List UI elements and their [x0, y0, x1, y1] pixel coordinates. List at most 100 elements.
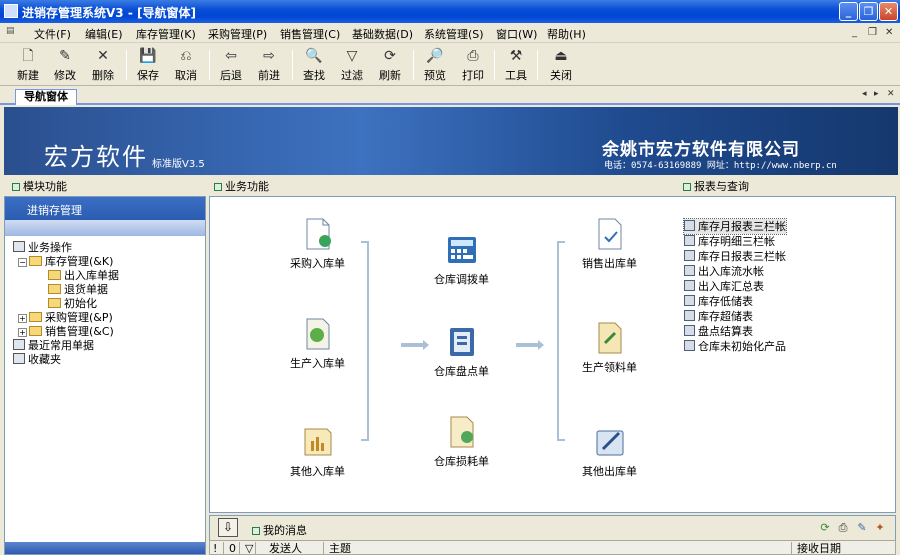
tree-recent[interactable]: 最近常用单据 — [13, 339, 94, 353]
folder-open-icon — [29, 256, 42, 266]
tab-scroll-left-icon[interactable]: ◂ — [862, 89, 867, 99]
sales-out-button[interactable]: 销售出库单 — [582, 217, 637, 271]
new-icon: 🗋 — [22, 48, 34, 64]
tools-button[interactable]: ⚒ 工具 — [497, 47, 535, 85]
section-dot-icon — [12, 183, 20, 191]
tree-inout-docs[interactable]: 出入库单据 — [48, 269, 119, 283]
report-icon — [684, 250, 695, 261]
tree-business-ops[interactable]: 业务操作 — [13, 241, 72, 255]
print-messages-icon[interactable]: ⎙ — [836, 521, 850, 535]
section-dot-icon — [683, 183, 691, 191]
menu-window[interactable]: 窗口(W) — [496, 26, 537, 42]
production-in-button[interactable]: 生产入库单 — [290, 317, 345, 371]
report-inout-journal[interactable]: 出入库流水帐 — [684, 264, 764, 279]
report-icon — [684, 340, 695, 351]
menu-purchase[interactable]: 采购管理(P) — [208, 26, 267, 42]
tree-init[interactable]: 初始化 — [48, 297, 97, 311]
stocktake-button[interactable]: 仓库盘点单 — [434, 325, 489, 379]
filter-button[interactable]: ▽ 过滤 — [333, 47, 371, 85]
menu-file[interactable]: 文件(F) — [34, 26, 71, 42]
col-attachment[interactable]: 0 — [226, 542, 240, 555]
transfer-button[interactable]: 仓库调拨单 — [434, 233, 489, 287]
col-sender[interactable]: 发送人 — [266, 542, 324, 555]
refresh-button[interactable]: ⟳ 刷新 — [371, 47, 409, 85]
minimize-button[interactable]: _ — [839, 2, 858, 21]
business-panel: 采购入库单 生产入库单 其他入库单 仓库调拨单 仓库盘点单 仓库损耗单 销售出库… — [209, 196, 896, 513]
tree-sales[interactable]: + 销售管理(&C) — [18, 325, 114, 339]
report-daily-ledger[interactable]: 库存日报表三栏帐 — [684, 249, 786, 264]
menu-edit[interactable]: 编辑(E) — [85, 26, 123, 42]
back-button[interactable]: ⇦ 后退 — [212, 47, 250, 85]
app-icon — [4, 4, 18, 18]
loss-button[interactable]: 仓库损耗单 — [434, 415, 489, 469]
find-button[interactable]: 🔍 查找 — [295, 47, 333, 85]
computer-icon — [13, 353, 25, 364]
tree-favorites[interactable]: 收藏夹 — [13, 353, 61, 367]
toolbar-separator — [494, 50, 495, 80]
col-flag[interactable]: ▽ — [242, 542, 256, 555]
filter-icon: ▽ — [346, 48, 358, 64]
report-inout-summary[interactable]: 出入库汇总表 — [684, 279, 764, 294]
report-over-stock[interactable]: 库存超储表 — [684, 309, 753, 324]
message-grid-header: ! 0 ▽ 发送人 主题 接收日期 — [209, 540, 896, 555]
forward-button[interactable]: ⇨ 前进 — [250, 47, 288, 85]
edit-button[interactable]: ✎ 修改 — [46, 47, 84, 85]
report-low-stock[interactable]: 库存低储表 — [684, 294, 753, 309]
preview-button[interactable]: 🔎 预览 — [416, 47, 454, 85]
close-button[interactable]: ✕ — [879, 2, 898, 21]
company-name: 余姚市宏方软件有限公司 — [602, 140, 800, 160]
mdi-doc-icon[interactable]: ▤ — [6, 26, 15, 36]
restore-button[interactable]: ❐ — [859, 2, 878, 21]
pin-icon[interactable]: ✦ — [873, 521, 887, 535]
production-pick-button[interactable]: 生产领料单 — [582, 321, 637, 375]
tab-navigation-form[interactable]: 导航窗体 — [15, 89, 77, 105]
toolbar-separator — [413, 50, 414, 80]
tab-close-icon[interactable]: ✕ — [887, 89, 895, 99]
other-in-button[interactable]: 其他入库单 — [290, 425, 345, 479]
company-banner: 宏方软件 标准版V3.5 余姚市宏方软件有限公司 电话：0574-6316988… — [4, 107, 898, 175]
expand-icon[interactable]: + — [18, 328, 27, 337]
col-subject[interactable]: 主题 — [326, 542, 792, 555]
my-messages-label: 我的消息 — [252, 522, 307, 538]
report-stocktake-settlement[interactable]: 盘点结算表 — [684, 324, 753, 339]
mdi-close-button[interactable]: ✕ — [885, 27, 893, 38]
refresh-messages-icon[interactable]: ⟳ — [818, 521, 832, 535]
flow-arrow — [516, 340, 544, 350]
close-form-button[interactable]: ⏏ 关闭 — [542, 47, 580, 85]
menu-help[interactable]: 帮助(H) — [547, 26, 586, 42]
col-priority[interactable]: ! — [210, 542, 224, 555]
refresh-icon: ⟳ — [384, 48, 396, 64]
mdi-restore-button[interactable]: ❐ — [868, 27, 877, 38]
menu-inventory[interactable]: 库存管理(K) — [136, 26, 196, 42]
tree-inventory[interactable]: − 库存管理(&K) — [18, 255, 113, 269]
window-title: 进销存管理系统V3 - [导航窗体] — [22, 6, 196, 20]
menu-sales[interactable]: 销售管理(C) — [280, 26, 340, 42]
report-uninitialized-products[interactable]: 仓库未初始化产品 — [684, 339, 786, 354]
print-button[interactable]: ⎙ 打印 — [454, 47, 492, 85]
module-header[interactable]: 进销存管理 — [5, 197, 205, 220]
other-out-button[interactable]: 其他出库单 — [582, 425, 637, 479]
outbound-bracket — [557, 241, 565, 441]
report-detail-ledger[interactable]: 库存明细三栏帐 — [684, 234, 775, 249]
edit-icon: ✎ — [59, 48, 71, 64]
tree-returns[interactable]: 退货单据 — [48, 283, 108, 297]
toolbar-separator — [209, 50, 210, 80]
tree-purchase[interactable]: + 采购管理(&P) — [18, 311, 113, 325]
collapse-icon[interactable]: − — [18, 258, 27, 267]
collapse-messages-icon[interactable]: ⇩ — [218, 518, 238, 537]
mdi-minimize-button[interactable]: _ — [852, 27, 857, 38]
col-received-date[interactable]: 接收日期 — [794, 542, 894, 555]
menu-basic-data[interactable]: 基础数据(D) — [352, 26, 413, 42]
cancel-button[interactable]: ⎌ 取消 — [167, 47, 205, 85]
delete-button[interactable]: ✕ 删除 — [84, 47, 122, 85]
menu-bar: ▤ 文件(F) 编辑(E) 库存管理(K) 采购管理(P) 销售管理(C) 基础… — [0, 23, 900, 43]
expand-icon[interactable]: + — [18, 314, 27, 323]
compose-message-icon[interactable]: ✎ — [855, 521, 869, 535]
report-monthly-ledger[interactable]: 库存月报表三栏帐 — [683, 218, 787, 235]
new-button[interactable]: 🗋 新建 — [9, 47, 47, 85]
toolbar: 🗋 新建 ✎ 修改 ✕ 删除 💾 保存 ⎌ 取消 ⇦ 后退 ⇨ 前进 🔍 查找 ▽ 过滤 ⟳ 刷新 … — [0, 44, 900, 86]
purchase-in-button[interactable]: 采购入库单 — [290, 217, 345, 271]
menu-system[interactable]: 系统管理(S) — [424, 26, 484, 42]
tab-scroll-right-icon[interactable]: ▸ — [874, 89, 879, 99]
save-button[interactable]: 💾 保存 — [129, 47, 167, 85]
